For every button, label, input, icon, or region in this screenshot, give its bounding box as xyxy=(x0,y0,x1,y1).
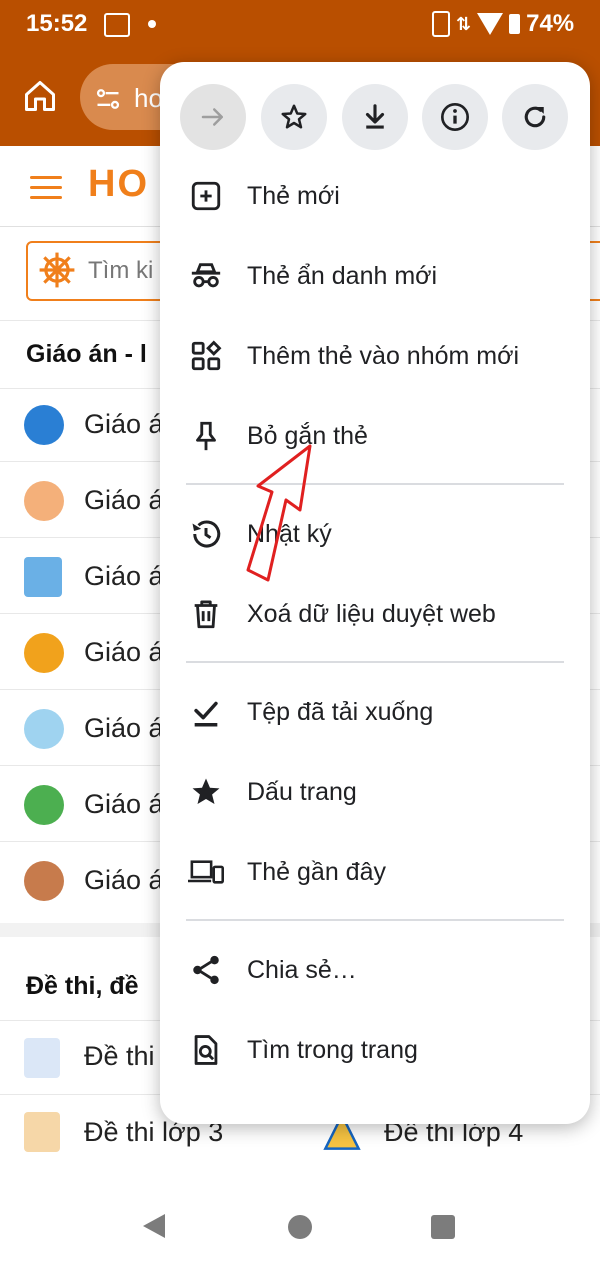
list-item[interactable]: Giáo á xyxy=(84,865,164,896)
site-logo[interactable]: HO xyxy=(88,163,149,206)
menu-item-unpin-tab[interactable]: Bỏ gắn thẻ xyxy=(160,396,590,476)
share-icon xyxy=(188,952,224,988)
refresh-icon xyxy=(524,106,546,128)
status-right: ⇅ 74% xyxy=(432,10,574,38)
download-icon xyxy=(365,104,385,129)
row-thumbnail-icon xyxy=(24,557,62,597)
search-placeholder: Tìm ki xyxy=(88,257,154,284)
menu-item-recent-tabs[interactable]: Thẻ gần đây xyxy=(160,832,590,912)
download-button[interactable] xyxy=(342,84,408,150)
battery-percent: 74% xyxy=(526,10,575,37)
menu-item-label: Thẻ mới xyxy=(247,181,340,210)
list-item[interactable]: Giáo á xyxy=(84,789,164,820)
menu-item-downloads[interactable]: Tệp đã tải xuống xyxy=(160,672,590,752)
list-item[interactable]: Giáo á xyxy=(84,637,164,668)
row-thumbnail-icon xyxy=(24,1038,60,1078)
browser-overflow-menu: Thẻ mới Thẻ ẩn danh mới Thêm thẻ vào nhó… xyxy=(160,62,590,1124)
page-info-button[interactable] xyxy=(422,84,488,150)
menu-item-add-tab-to-group[interactable]: Thêm thẻ vào nhóm mới xyxy=(160,316,590,396)
row-thumbnail-icon xyxy=(24,481,64,521)
menu-item-new-incognito-tab[interactable]: Thẻ ẩn danh mới xyxy=(160,236,590,316)
wifi-icon xyxy=(477,13,504,35)
list-item[interactable]: Giáo á xyxy=(84,485,164,516)
gallery-icon xyxy=(104,13,130,37)
menu-item-find-in-page[interactable]: Tìm trong trang xyxy=(160,1010,590,1090)
new-tab-icon xyxy=(188,178,224,214)
menu-item-new-tab[interactable]: Thẻ mới xyxy=(160,156,590,236)
recents-icon[interactable] xyxy=(431,1215,455,1239)
bookmarks-icon xyxy=(188,774,224,810)
row-thumbnail-icon xyxy=(24,405,64,445)
menu-item-share[interactable]: Chia sẻ… xyxy=(160,930,590,1010)
data-arrows-icon: ⇅ xyxy=(456,13,472,34)
forward-icon xyxy=(201,108,223,126)
recent-tabs-icon xyxy=(188,854,224,890)
hamburger-menu-icon[interactable] xyxy=(30,176,62,206)
pin-icon xyxy=(188,418,224,454)
back-icon[interactable] xyxy=(143,1214,165,1238)
history-icon xyxy=(188,516,224,552)
row-thumbnail-icon xyxy=(24,709,64,749)
site-settings-icon[interactable] xyxy=(94,85,122,118)
list-item[interactable]: Giáo á xyxy=(84,713,164,744)
row-thumbnail-icon xyxy=(24,785,64,825)
menu-divider xyxy=(186,919,564,921)
menu-item-label: Thẻ ẩn danh mới xyxy=(247,261,438,290)
forward-button[interactable] xyxy=(180,84,246,150)
menu-item-label: Dấu trang xyxy=(247,777,357,806)
list-item[interactable]: Giáo á xyxy=(84,561,164,592)
vibrate-icon xyxy=(432,11,450,37)
downloads-icon xyxy=(188,694,224,730)
find-in-page-icon xyxy=(188,1032,224,1068)
row-thumbnail-icon xyxy=(24,1112,60,1152)
star-icon xyxy=(281,104,307,129)
menu-divider xyxy=(186,661,564,663)
annotation-arrow-icon xyxy=(246,444,312,582)
status-time: 15:52 xyxy=(26,10,88,37)
battery-icon xyxy=(509,14,521,34)
menu-item-label: Thẻ gần đây xyxy=(247,857,386,886)
menu-item-bookmarks[interactable]: Dấu trang xyxy=(160,752,590,832)
bookmark-button[interactable] xyxy=(261,84,327,150)
section-title-giao-an: Giáo án - l xyxy=(26,340,147,368)
menu-item-label: Tệp đã tải xuống xyxy=(247,697,434,726)
menu-item-history[interactable]: Nhật ký xyxy=(160,494,590,574)
refresh-button[interactable] xyxy=(502,84,568,150)
menu-item-label: Xoá dữ liệu duyệt web xyxy=(247,599,496,628)
section-title-de-thi: Đề thi, đề xyxy=(26,972,139,1000)
incognito-icon xyxy=(188,258,224,294)
menu-item-label: Chia sẻ… xyxy=(247,955,357,984)
home-nav-icon[interactable] xyxy=(288,1215,312,1239)
row-thumbnail-icon xyxy=(24,861,64,901)
list-item[interactable]: Giáo á xyxy=(84,409,164,440)
tab-group-icon xyxy=(188,338,224,374)
home-icon[interactable] xyxy=(22,78,58,119)
menu-item-clear-browsing-data[interactable]: Xoá dữ liệu duyệt web xyxy=(160,574,590,654)
info-icon xyxy=(441,103,469,131)
menu-item-label: Tìm trong trang xyxy=(247,1035,418,1064)
menu-item-label: Thêm thẻ vào nhóm mới xyxy=(247,341,520,370)
list-item[interactable]: Đề thi xyxy=(84,1041,155,1072)
ship-wheel-icon xyxy=(38,251,76,294)
row-thumbnail-icon xyxy=(24,633,64,673)
notification-dot-icon xyxy=(148,20,156,28)
url-text: ho xyxy=(134,83,163,113)
trash-icon xyxy=(188,596,224,632)
